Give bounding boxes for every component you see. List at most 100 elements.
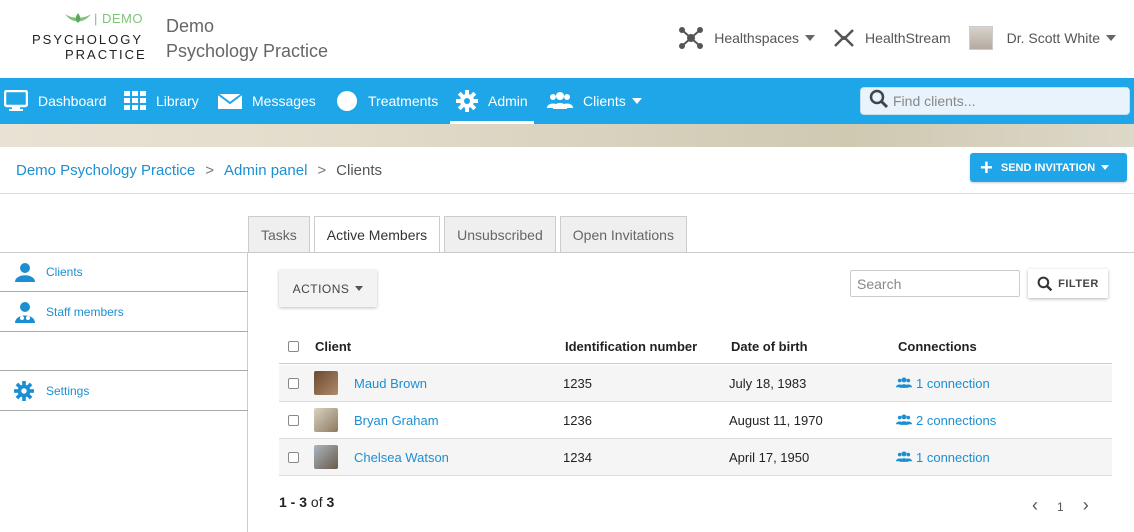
practice-name-line-1: Demo (166, 16, 215, 36)
row-checkbox[interactable] (288, 439, 299, 475)
find-clients-input[interactable] (893, 93, 1123, 109)
nav-clients-label: Clients (583, 93, 626, 109)
healthstream-link[interactable]: HealthStream (833, 28, 951, 48)
chevron-down-icon (805, 35, 816, 41)
breadcrumb-admin-link[interactable]: Admin panel (224, 162, 307, 179)
search-icon (1037, 276, 1053, 292)
filter-label: FILTER (1058, 277, 1099, 290)
users-icon (896, 414, 912, 426)
find-clients-box[interactable] (860, 87, 1130, 115)
nav-clients[interactable]: Clients (547, 78, 642, 124)
healthspaces-menu[interactable]: Healthspaces (678, 25, 816, 51)
envelope-icon (218, 92, 242, 110)
tab-active-members[interactable]: Active Members (313, 216, 441, 253)
practice-name-line-2: Psychology Practice (166, 41, 329, 61)
app-header: | DEMO PSYCHOLOGY PRACTICE Demo Psycholo… (0, 0, 1134, 78)
checkbox-box (288, 414, 299, 426)
filter-button[interactable]: FILTER (1028, 269, 1108, 298)
actions-label: ACTIONS (292, 281, 350, 296)
send-invitation-button[interactable]: + SEND INVITATION (970, 153, 1127, 182)
users-icon (896, 451, 912, 463)
practice-logo[interactable]: | DEMO PSYCHOLOGY PRACTICE (30, 10, 145, 62)
nav-admin[interactable]: Admin (450, 78, 534, 124)
header-dob[interactable]: Date of birth (731, 330, 808, 363)
breadcrumb-current: Clients (336, 162, 383, 179)
grid-icon (124, 91, 146, 111)
client-name-link[interactable]: Chelsea Watson (354, 450, 449, 465)
avatar (314, 402, 338, 438)
header-id[interactable]: Identification number (565, 330, 697, 363)
nav-messages-label: Messages (252, 93, 316, 109)
search-input[interactable] (850, 270, 1020, 297)
sidebar-item-staff[interactable]: Staff members (0, 292, 248, 331)
checkbox-box (288, 451, 299, 463)
nav-library[interactable]: Library (124, 78, 199, 124)
leaf-logo-icon (65, 13, 91, 23)
table-row: Bryan Graham 1236 August 11, 1970 2 conn… (279, 402, 1112, 439)
monitor-icon (4, 90, 28, 112)
checkbox-box (288, 341, 299, 352)
client-name-link[interactable]: Maud Brown (354, 376, 427, 391)
doctor-icon (14, 301, 36, 323)
sidebar-item-label: Staff members (46, 304, 124, 319)
avatar (314, 365, 338, 401)
client-name-link[interactable]: Bryan Graham (354, 413, 439, 428)
client-dob: July 18, 1983 (729, 375, 807, 391)
tab-unsubscribed[interactable]: Unsubscribed (444, 216, 556, 252)
tab-tasks[interactable]: Tasks (248, 216, 310, 252)
avatar (314, 439, 338, 475)
connections-link[interactable]: 1 connection (896, 376, 990, 391)
healthstream-icon (833, 28, 855, 48)
decorative-banner (0, 124, 1134, 147)
sidebar-item-label: Settings (46, 383, 90, 398)
chevron-left-icon[interactable]: ‹ (1025, 496, 1045, 514)
network-icon (678, 25, 704, 51)
actions-dropdown[interactable]: ACTIONS (279, 270, 377, 307)
plus-icon: + (980, 154, 993, 180)
header-connections[interactable]: Connections (898, 330, 977, 363)
user-avatar (968, 26, 993, 50)
users-icon (547, 92, 573, 110)
nav-treatments[interactable]: Treatments (336, 78, 438, 124)
user-name: Dr. Scott White (1006, 30, 1100, 46)
member-tabs: Tasks Active Members Unsubscribed Open I… (248, 216, 691, 253)
search-icon (869, 89, 889, 114)
row-checkbox[interactable] (288, 365, 299, 401)
main-nav: Dashboard Library Messages Treatments Ad… (0, 78, 1134, 124)
healthspaces-label: Healthspaces (714, 30, 800, 46)
connections-link[interactable]: 1 connection (896, 450, 990, 465)
nav-dashboard[interactable]: Dashboard (4, 78, 107, 124)
logo-line-1: PSYCHOLOGY (32, 32, 144, 47)
page-number[interactable]: 1 (1057, 496, 1064, 514)
connections-link[interactable]: 2 connections (896, 413, 996, 428)
nav-dashboard-label: Dashboard (38, 93, 107, 109)
select-all-checkbox[interactable] (288, 330, 299, 363)
connections-label: 1 connection (916, 449, 990, 465)
nav-admin-label: Admin (488, 93, 528, 109)
header-client[interactable]: Client (315, 330, 351, 363)
top-right-menu: Healthspaces HealthStream Dr. Scott Whit… (678, 22, 1134, 54)
pagination-of: of (310, 494, 323, 510)
sidebar-item-clients[interactable]: Clients (0, 252, 248, 291)
tab-open-invitations[interactable]: Open Invitations (559, 216, 687, 252)
breadcrumb-separator: > (317, 162, 327, 179)
nav-library-label: Library (156, 93, 199, 109)
chevron-down-icon (355, 286, 364, 291)
demo-tag: | DEMO (94, 11, 143, 26)
pagination-range: 1 - 3 (279, 494, 308, 510)
sidebar-item-settings[interactable]: Settings (0, 371, 248, 410)
connections-label: 2 connections (916, 412, 997, 428)
breadcrumb: Demo Psychology Practice > Admin panel >… (16, 162, 382, 179)
client-id: 1234 (563, 449, 592, 465)
nav-treatments-label: Treatments (368, 93, 439, 109)
nav-messages[interactable]: Messages (218, 78, 316, 124)
chevron-right-icon[interactable]: › (1076, 496, 1096, 514)
gear-icon (456, 90, 478, 112)
user-menu[interactable]: Dr. Scott White (968, 26, 1116, 50)
breadcrumb-practice-link[interactable]: Demo Psychology Practice (16, 162, 195, 179)
pagination-summary: 1 - 3 of 3 (279, 494, 334, 510)
divider (0, 193, 1134, 194)
chevron-down-icon (1106, 35, 1116, 41)
row-checkbox[interactable] (288, 402, 299, 438)
send-invitation-label: SEND INVITATION (1000, 161, 1096, 174)
